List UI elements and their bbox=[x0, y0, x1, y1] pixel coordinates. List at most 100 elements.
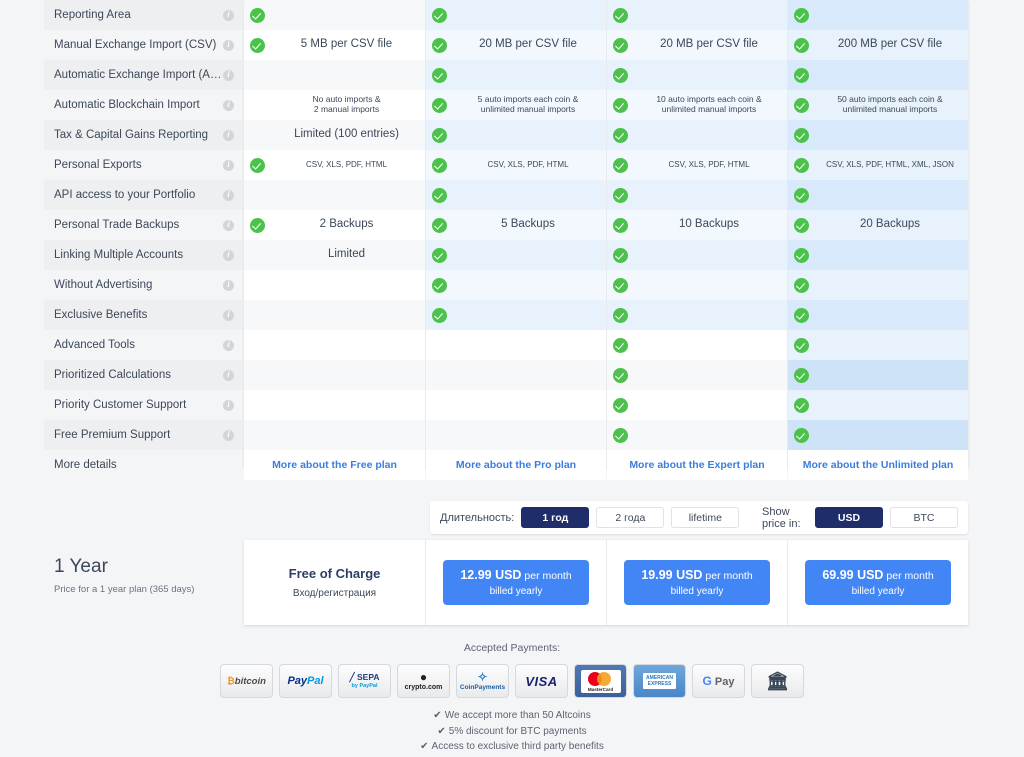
buy-plan-button[interactable]: 19.99 USD per month billed yearly bbox=[624, 560, 770, 605]
duration-option-lifetime[interactable]: lifetime bbox=[671, 507, 740, 528]
info-icon[interactable]: i bbox=[223, 99, 234, 111]
pricing-cards-row: Free of Charge Вход/регистрация 12.99 USD … bbox=[244, 540, 968, 625]
payment-methods-row: ₿bitcoin PayPal ╱ SEPA by PayPal ● crypto.com… bbox=[0, 664, 1024, 698]
sepa-logo[interactable]: ╱ SEPA by PayPal bbox=[338, 664, 391, 698]
free-plan-signup-link[interactable]: Вход/регистрация bbox=[293, 588, 376, 599]
plan-cell bbox=[607, 180, 787, 210]
duration-option-1-год[interactable]: 1 год bbox=[521, 507, 590, 528]
paypal-logo[interactable]: PayPal bbox=[279, 664, 332, 698]
amex-logo[interactable]: AMERICAN EXPRESS bbox=[633, 664, 686, 698]
plan-cell: 5 auto imports each coin & unlimited manu… bbox=[426, 90, 606, 120]
check-icon bbox=[613, 217, 631, 233]
plan-cell: 20 MB per CSV file bbox=[607, 30, 787, 60]
plan-cell: CSV, XLS, PDF, HTML bbox=[607, 150, 787, 180]
feature-label: Reporting Area bbox=[54, 9, 131, 21]
feature-row: Automatic Blockchain Import i bbox=[44, 90, 242, 120]
coinpayments-logo[interactable]: ✧ CoinPayments bbox=[456, 664, 509, 698]
info-icon[interactable]: i bbox=[223, 369, 234, 381]
feature-row: Without Advertising i bbox=[44, 270, 242, 300]
visa-logo[interactable]: VISA bbox=[515, 664, 568, 698]
price-amount: 19.99 USD per month bbox=[641, 568, 753, 582]
info-icon[interactable]: i bbox=[223, 249, 234, 261]
plan-cell bbox=[244, 300, 425, 330]
info-icon[interactable]: i bbox=[223, 159, 234, 171]
check-icon bbox=[613, 277, 631, 293]
check-mark-icon: ✔ bbox=[433, 710, 442, 721]
feature-label-column: Reporting Area i Manual Exchange Import (C… bbox=[44, 0, 242, 480]
check-icon bbox=[250, 217, 268, 233]
plan-cell bbox=[426, 180, 606, 210]
check-icon bbox=[432, 187, 450, 203]
check-icon bbox=[613, 247, 631, 263]
feature-label: Automatic Exchange Import (API) bbox=[54, 69, 223, 81]
check-icon bbox=[613, 187, 631, 203]
check-icon bbox=[613, 37, 631, 53]
check-icon bbox=[794, 37, 812, 53]
info-icon[interactable]: i bbox=[223, 429, 234, 441]
plan-cell: 10 auto imports each coin & unlimited man… bbox=[607, 90, 787, 120]
plan-cell bbox=[607, 390, 787, 420]
feature-label: Prioritized Calculations bbox=[54, 369, 171, 381]
info-icon[interactable]: i bbox=[223, 129, 234, 141]
info-icon[interactable]: i bbox=[223, 279, 234, 291]
more-about-plan-link[interactable]: More about the Unlimited plan bbox=[788, 450, 968, 480]
check-icon bbox=[794, 367, 812, 383]
plan-cell: 20 MB per CSV file bbox=[426, 30, 606, 60]
check-icon bbox=[613, 337, 631, 353]
info-icon[interactable]: i bbox=[223, 309, 234, 321]
plan-cell bbox=[244, 390, 425, 420]
plan-cell bbox=[788, 420, 968, 450]
price-card: 12.99 USD per month billed yearly bbox=[425, 540, 606, 625]
bitcoin-logo[interactable]: ₿bitcoin bbox=[220, 664, 273, 698]
check-icon bbox=[432, 217, 450, 233]
info-icon[interactable]: i bbox=[223, 339, 234, 351]
info-icon[interactable]: i bbox=[223, 9, 234, 21]
currency-option-btc[interactable]: BTC bbox=[890, 507, 958, 528]
payment-notes: ✔ We accept more than 50 Altcoins ✔ 5% disc… bbox=[0, 708, 1024, 755]
check-icon bbox=[613, 367, 631, 383]
feature-label: Automatic Blockchain Import bbox=[54, 99, 200, 111]
more-about-plan-link[interactable]: More about the Free plan bbox=[244, 450, 425, 480]
plan-cell-value: CSV, XLS, PDF, HTML bbox=[305, 160, 388, 170]
check-icon bbox=[794, 337, 812, 353]
plan-cell: 5 Backups bbox=[426, 210, 606, 240]
plan-comparison-table: Reporting Area i Manual Exchange Import (C… bbox=[0, 0, 1024, 480]
plan-cell: 20 Backups bbox=[788, 210, 968, 240]
more-about-plan-link[interactable]: More about the Expert plan bbox=[607, 450, 787, 480]
plan-columns: 5 MB per CSV file No auto imports & 2 manu… bbox=[244, 0, 968, 480]
price-amount: 12.99 USD per month bbox=[460, 568, 572, 582]
mastercard-logo[interactable]: MasterCard bbox=[574, 664, 627, 698]
check-icon bbox=[250, 37, 268, 53]
plan-cell-value: 10 auto imports each coin & unlimited man… bbox=[656, 94, 762, 114]
plan-cell bbox=[426, 420, 606, 450]
info-icon[interactable]: i bbox=[223, 219, 234, 231]
gpay-logo[interactable]: G Pay bbox=[692, 664, 745, 698]
plan-cell: CSV, XLS, PDF, HTML bbox=[244, 150, 425, 180]
cryptocom-logo[interactable]: ● crypto.com bbox=[397, 664, 450, 698]
payment-note: ✔ We accept more than 50 Altcoins bbox=[433, 710, 591, 721]
check-icon bbox=[794, 427, 812, 443]
plan-cell bbox=[788, 60, 968, 90]
plan-cell-value: 2 Backups bbox=[319, 218, 374, 231]
info-icon[interactable]: i bbox=[223, 399, 234, 411]
duration-option-2-года[interactable]: 2 года bbox=[596, 507, 665, 528]
info-icon[interactable]: i bbox=[223, 69, 234, 81]
price-card: Free of Charge Вход/регистрация bbox=[244, 540, 425, 625]
price-card: 69.99 USD per month billed yearly bbox=[787, 540, 968, 625]
check-icon bbox=[794, 397, 812, 413]
feature-label: Manual Exchange Import (CSV) bbox=[54, 39, 217, 51]
bank-logo[interactable]: 🏛 bbox=[751, 664, 804, 698]
plan-cell-value: 5 Backups bbox=[501, 218, 555, 231]
plan-cell: 5 MB per CSV file bbox=[244, 30, 425, 60]
plan-cell bbox=[607, 120, 787, 150]
buy-plan-button[interactable]: 69.99 USD per month billed yearly bbox=[805, 560, 951, 605]
feature-row: Linking Multiple Accounts i bbox=[44, 240, 242, 270]
buy-plan-button[interactable]: 12.99 USD per month billed yearly bbox=[443, 560, 589, 605]
plan-cell bbox=[244, 270, 425, 300]
info-icon[interactable]: i bbox=[223, 189, 234, 201]
plan-cell bbox=[788, 270, 968, 300]
check-icon bbox=[432, 307, 450, 323]
more-about-plan-link[interactable]: More about the Pro plan bbox=[426, 450, 606, 480]
currency-option-usd[interactable]: USD bbox=[815, 507, 883, 528]
info-icon[interactable]: i bbox=[223, 39, 234, 51]
